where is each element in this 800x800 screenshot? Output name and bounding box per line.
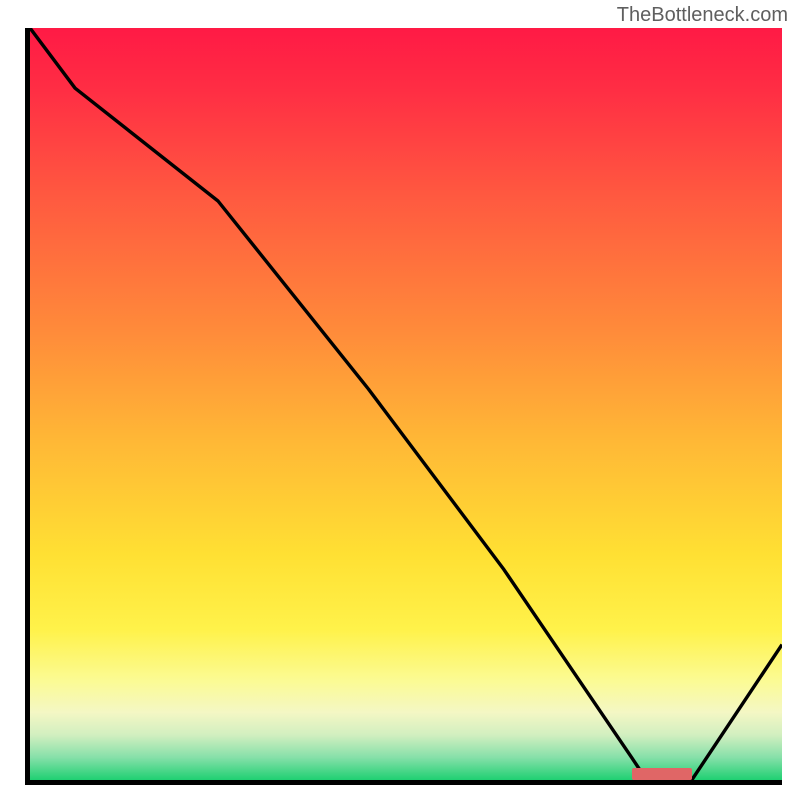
watermark-text: TheBottleneck.com xyxy=(617,4,788,27)
optimum-range-marker xyxy=(632,768,692,780)
chart-line xyxy=(30,28,782,780)
chart-plot-area xyxy=(25,28,782,785)
chart-line-path xyxy=(30,28,782,780)
